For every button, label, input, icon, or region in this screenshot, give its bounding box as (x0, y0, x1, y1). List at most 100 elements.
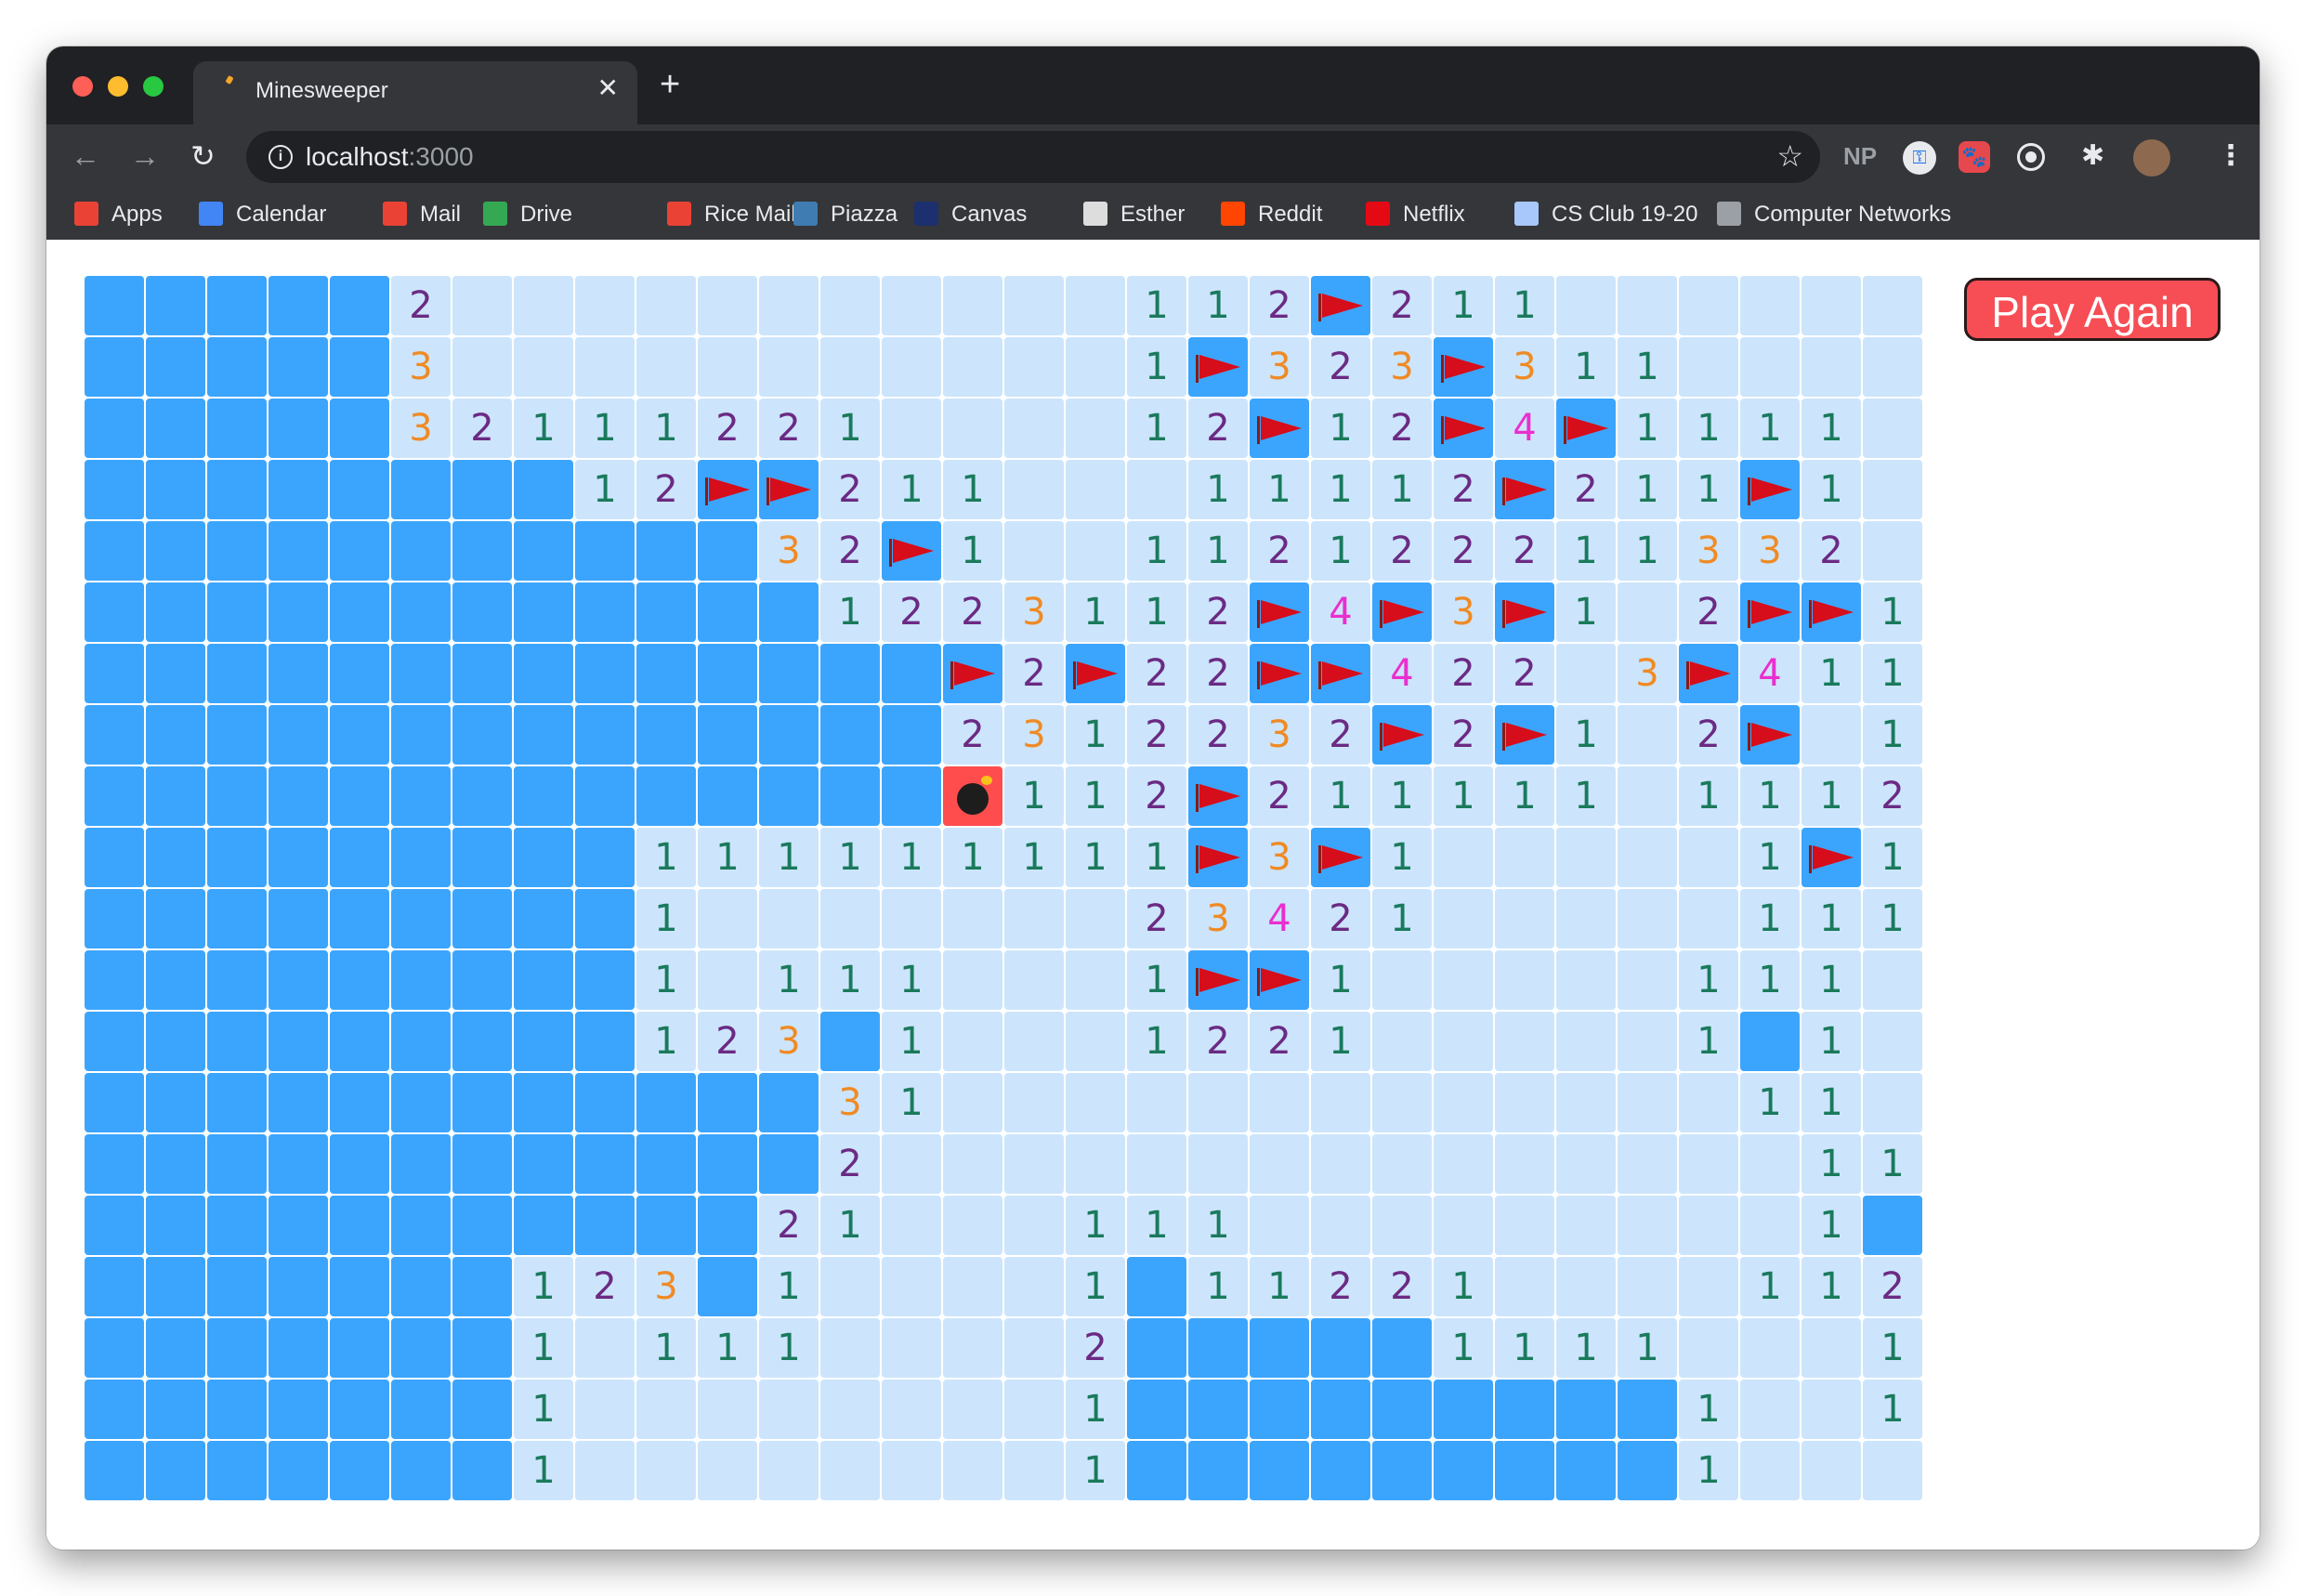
covered-cell[interactable] (269, 950, 328, 1010)
flagged-cell[interactable] (1802, 582, 1861, 642)
flagged-cell[interactable] (1250, 644, 1309, 703)
number-cell[interactable]: 2 (1188, 705, 1248, 765)
flagged-cell[interactable] (1250, 582, 1309, 642)
number-cell[interactable]: 1 (514, 399, 573, 458)
flagged-cell[interactable] (1495, 705, 1554, 765)
covered-cell[interactable] (882, 644, 941, 703)
number-cell[interactable]: 1 (1618, 460, 1677, 519)
covered-cell[interactable] (269, 399, 328, 458)
number-cell[interactable]: 2 (1250, 1012, 1309, 1071)
covered-cell[interactable] (391, 1257, 451, 1316)
number-cell[interactable]: 1 (943, 828, 1002, 887)
number-cell[interactable]: 2 (1188, 582, 1248, 642)
number-cell[interactable]: 1 (1127, 950, 1186, 1010)
empty-cell[interactable] (1556, 950, 1616, 1010)
empty-cell[interactable] (1863, 276, 1922, 335)
number-cell[interactable]: 1 (1863, 828, 1922, 887)
empty-cell[interactable] (1372, 1073, 1432, 1132)
number-cell[interactable]: 1 (1802, 950, 1861, 1010)
number-cell[interactable]: 2 (1127, 705, 1186, 765)
covered-cell[interactable] (1618, 1441, 1677, 1500)
covered-cell[interactable] (452, 1134, 512, 1194)
covered-cell[interactable] (575, 828, 635, 887)
covered-cell[interactable] (330, 337, 389, 397)
flagged-cell[interactable] (1740, 460, 1800, 519)
empty-cell[interactable] (1004, 1380, 1064, 1439)
number-cell[interactable]: 1 (1004, 828, 1064, 887)
empty-cell[interactable] (1679, 1134, 1738, 1194)
covered-cell[interactable] (207, 521, 267, 581)
covered-cell[interactable] (146, 1073, 205, 1132)
flagged-cell[interactable] (1250, 950, 1309, 1010)
number-cell[interactable]: 3 (391, 337, 451, 397)
number-cell[interactable]: 1 (1740, 1257, 1800, 1316)
number-cell[interactable]: 4 (1311, 582, 1370, 642)
reload-icon[interactable]: ↻ (190, 137, 216, 175)
covered-cell[interactable] (391, 1380, 451, 1439)
covered-cell[interactable] (146, 1196, 205, 1255)
covered-cell[interactable] (391, 582, 451, 642)
empty-cell[interactable] (698, 950, 757, 1010)
number-cell[interactable]: 2 (575, 1257, 635, 1316)
number-cell[interactable]: 1 (1127, 399, 1186, 458)
number-cell[interactable]: 2 (1188, 1012, 1248, 1071)
flagged-cell[interactable] (698, 460, 757, 519)
empty-cell[interactable] (1679, 889, 1738, 948)
empty-cell[interactable] (1495, 1073, 1554, 1132)
empty-cell[interactable] (1740, 1380, 1800, 1439)
empty-cell[interactable] (698, 337, 757, 397)
empty-cell[interactable] (1618, 705, 1677, 765)
empty-cell[interactable] (1618, 889, 1677, 948)
number-cell[interactable]: 1 (1802, 460, 1861, 519)
empty-cell[interactable] (1495, 1012, 1554, 1071)
covered-cell[interactable] (575, 1196, 635, 1255)
empty-cell[interactable] (1802, 276, 1861, 335)
empty-cell[interactable] (1740, 1196, 1800, 1255)
empty-cell[interactable] (882, 399, 941, 458)
number-cell[interactable]: 1 (1618, 1318, 1677, 1378)
number-cell[interactable]: 2 (1127, 766, 1186, 826)
empty-cell[interactable] (1004, 1257, 1064, 1316)
covered-cell[interactable] (1740, 1012, 1800, 1071)
covered-cell[interactable] (207, 1380, 267, 1439)
covered-cell[interactable] (146, 337, 205, 397)
empty-cell[interactable] (1066, 460, 1125, 519)
covered-cell[interactable] (698, 705, 757, 765)
covered-cell[interactable] (146, 521, 205, 581)
number-cell[interactable]: 2 (1372, 1257, 1432, 1316)
empty-cell[interactable] (1740, 337, 1800, 397)
covered-cell[interactable] (391, 1441, 451, 1500)
number-cell[interactable]: 3 (1740, 521, 1800, 581)
covered-cell[interactable] (146, 889, 205, 948)
empty-cell[interactable] (452, 337, 512, 397)
empty-cell[interactable] (1679, 1257, 1738, 1316)
profile-avatar[interactable] (2133, 139, 2170, 177)
number-cell[interactable]: 1 (1802, 1012, 1861, 1071)
covered-cell[interactable] (146, 828, 205, 887)
number-cell[interactable]: 1 (759, 950, 819, 1010)
empty-cell[interactable] (1066, 950, 1125, 1010)
number-cell[interactable]: 1 (1740, 766, 1800, 826)
empty-cell[interactable] (882, 1257, 941, 1316)
number-cell[interactable]: 1 (1618, 521, 1677, 581)
covered-cell[interactable] (207, 337, 267, 397)
empty-cell[interactable] (882, 1318, 941, 1378)
number-cell[interactable]: 1 (636, 399, 696, 458)
covered-cell[interactable] (514, 1196, 573, 1255)
number-cell[interactable]: 1 (1066, 766, 1125, 826)
covered-cell[interactable] (269, 460, 328, 519)
covered-cell[interactable] (1863, 1196, 1922, 1255)
empty-cell[interactable] (1740, 1441, 1800, 1500)
empty-cell[interactable] (1618, 1196, 1677, 1255)
flagged-cell[interactable] (1188, 766, 1248, 826)
number-cell[interactable]: 1 (1740, 1073, 1800, 1132)
covered-cell[interactable] (207, 950, 267, 1010)
number-cell[interactable]: 2 (698, 1012, 757, 1071)
covered-cell[interactable] (514, 460, 573, 519)
covered-cell[interactable] (514, 644, 573, 703)
covered-cell[interactable] (269, 1134, 328, 1194)
empty-cell[interactable] (1556, 889, 1616, 948)
flagged-cell[interactable] (1188, 828, 1248, 887)
covered-cell[interactable] (1188, 1441, 1248, 1500)
empty-cell[interactable] (882, 1134, 941, 1194)
